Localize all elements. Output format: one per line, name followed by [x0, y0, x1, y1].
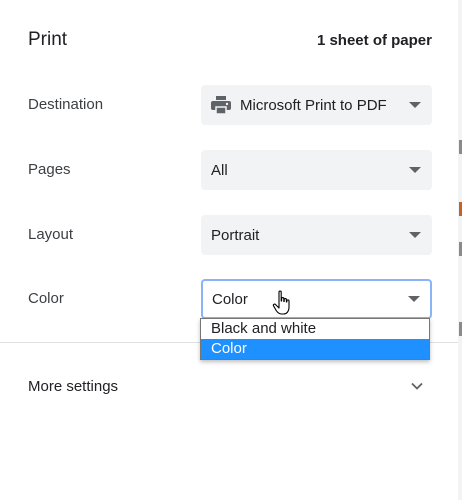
destination-value: Microsoft Print to PDF [240, 96, 387, 114]
layout-label: Layout [28, 226, 74, 243]
color-label: Color [28, 290, 64, 307]
chevron-down-icon [409, 167, 421, 173]
destination-label: Destination [28, 96, 104, 113]
pages-value: All [211, 161, 228, 179]
print-dialog: Print 1 sheet of paper Destination Micro… [0, 0, 462, 500]
sheet-count: 1 sheet of paper [316, 31, 432, 49]
chevron-down-icon [409, 102, 421, 108]
chevron-down-icon [408, 296, 420, 302]
layout-value: Portrait [211, 226, 260, 244]
print-header: Print 1 sheet of paper [28, 28, 432, 52]
printer-icon [211, 96, 231, 114]
color-select[interactable]: Color [201, 279, 432, 319]
hand-cursor-icon [272, 290, 290, 315]
page-title: Print [28, 29, 68, 50]
chevron-down-icon [409, 232, 421, 238]
color-option-black-and-white[interactable]: Black and white [201, 319, 429, 339]
pages-row: Pages All [28, 150, 432, 190]
destination-select[interactable]: Microsoft Print to PDF [201, 85, 432, 125]
preview-edge [458, 0, 462, 500]
destination-row: Destination Microsoft Print to PDF [28, 85, 432, 125]
color-option-color[interactable]: Color [201, 339, 429, 359]
more-settings-toggle[interactable]: More settings [28, 368, 432, 404]
layout-select[interactable]: Portrait [201, 215, 432, 255]
color-dropdown-list: Black and white Color [200, 318, 430, 360]
pages-select[interactable]: All [201, 150, 432, 190]
color-row: Color Color [28, 279, 432, 319]
pages-label: Pages [28, 161, 71, 178]
more-settings-label: More settings [28, 377, 119, 395]
layout-row: Layout Portrait [28, 215, 432, 255]
color-value: Color [212, 290, 248, 308]
chevron-down-icon [411, 382, 423, 390]
